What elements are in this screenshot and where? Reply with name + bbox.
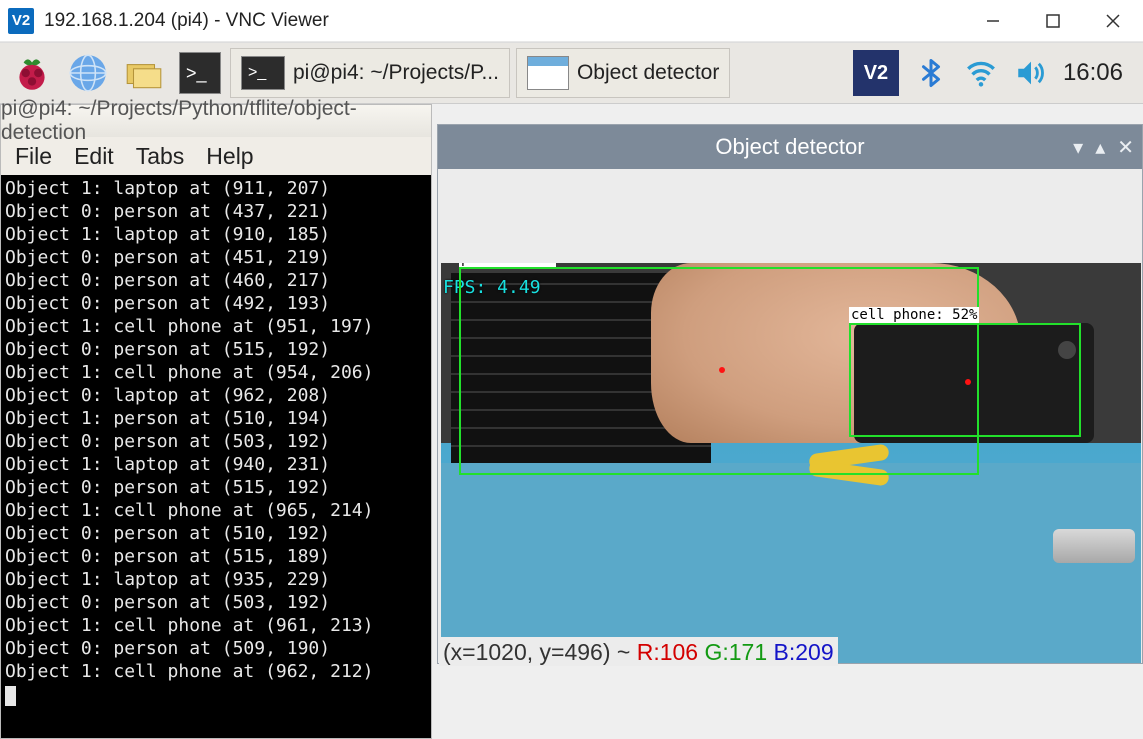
- tray-clock[interactable]: 16:06: [1063, 59, 1123, 87]
- terminal-titlebar[interactable]: pi@pi4: ~/Projects/Python/tflite/object-…: [1, 105, 431, 137]
- terminal-output[interactable]: Object 1: laptop at (911, 207) Object 0:…: [1, 175, 431, 738]
- pi-desktop: pi@pi4: ~/Projects/Python/tflite/object-…: [0, 104, 1143, 739]
- bluetooth-icon[interactable]: [913, 55, 949, 91]
- terminal-launcher-icon[interactable]: >_: [174, 47, 226, 99]
- coords-xy: (x=1020, y=496) ~: [443, 639, 637, 665]
- scene-cylinder: [1053, 529, 1135, 563]
- menu-tabs[interactable]: Tabs: [130, 141, 191, 172]
- detector-title: Object detector: [715, 134, 864, 160]
- web-browser-icon[interactable]: [62, 47, 114, 99]
- window-icon: [527, 56, 569, 90]
- detection-label: cell phone: 52%: [849, 307, 979, 323]
- host-window-titlebar: V2 192.168.1.204 (pi4) - VNC Viewer: [0, 0, 1143, 42]
- raspberry-menu-icon[interactable]: [6, 47, 58, 99]
- coords-b: B:209: [774, 639, 834, 665]
- detector-minimize-icon[interactable]: ▾: [1073, 135, 1083, 160]
- detection-label: person: 58%: [459, 263, 556, 267]
- minimize-button[interactable]: [963, 0, 1023, 41]
- terminal-window: pi@pi4: ~/Projects/Python/tflite/object-…: [0, 104, 432, 739]
- menu-help[interactable]: Help: [200, 141, 259, 172]
- taskbar-task-label: pi@pi4: ~/Projects/P...: [293, 61, 499, 85]
- menu-file[interactable]: File: [9, 141, 58, 172]
- detection-center-dot: [719, 367, 725, 373]
- terminal-icon: >_: [241, 56, 285, 90]
- vnc-viewer-icon: V2: [8, 8, 34, 34]
- detection-center-dot: [965, 379, 971, 385]
- terminal-title: pi@pi4: ~/Projects/Python/tflite/object-…: [1, 97, 431, 145]
- taskbar-terminal-task[interactable]: >_ pi@pi4: ~/Projects/P...: [230, 48, 510, 98]
- menu-edit[interactable]: Edit: [68, 141, 120, 172]
- detector-video-frame: FPS: 4.49 person: 58%cell phone: 52%: [441, 263, 1141, 663]
- pi-taskbar: >_ >_ pi@pi4: ~/Projects/P... Object det…: [0, 42, 1143, 104]
- wifi-icon[interactable]: [963, 55, 999, 91]
- detector-close-icon[interactable]: ✕: [1117, 135, 1134, 160]
- file-manager-icon[interactable]: [118, 47, 170, 99]
- taskbar-detector-task[interactable]: Object detector: [516, 48, 730, 98]
- detector-titlebar[interactable]: Object detector ▾ ▴ ✕: [438, 125, 1142, 169]
- close-button[interactable]: [1083, 0, 1143, 41]
- host-window-title: 192.168.1.204 (pi4) - VNC Viewer: [44, 10, 963, 32]
- detector-maximize-icon[interactable]: ▴: [1095, 135, 1105, 160]
- taskbar-task-label: Object detector: [577, 61, 719, 85]
- scene-mat: [441, 463, 1141, 663]
- coords-r: R:106: [637, 639, 698, 665]
- coords-g: G:171: [704, 639, 767, 665]
- maximize-button[interactable]: [1023, 0, 1083, 41]
- pixel-readout: (x=1020, y=496) ~ R:106 G:171 B:209: [439, 637, 838, 666]
- tray-vnc-icon[interactable]: V2: [853, 50, 899, 96]
- object-detector-window: Object detector ▾ ▴ ✕ FPS: 4.49 person: …: [437, 124, 1143, 664]
- volume-icon[interactable]: [1013, 55, 1049, 91]
